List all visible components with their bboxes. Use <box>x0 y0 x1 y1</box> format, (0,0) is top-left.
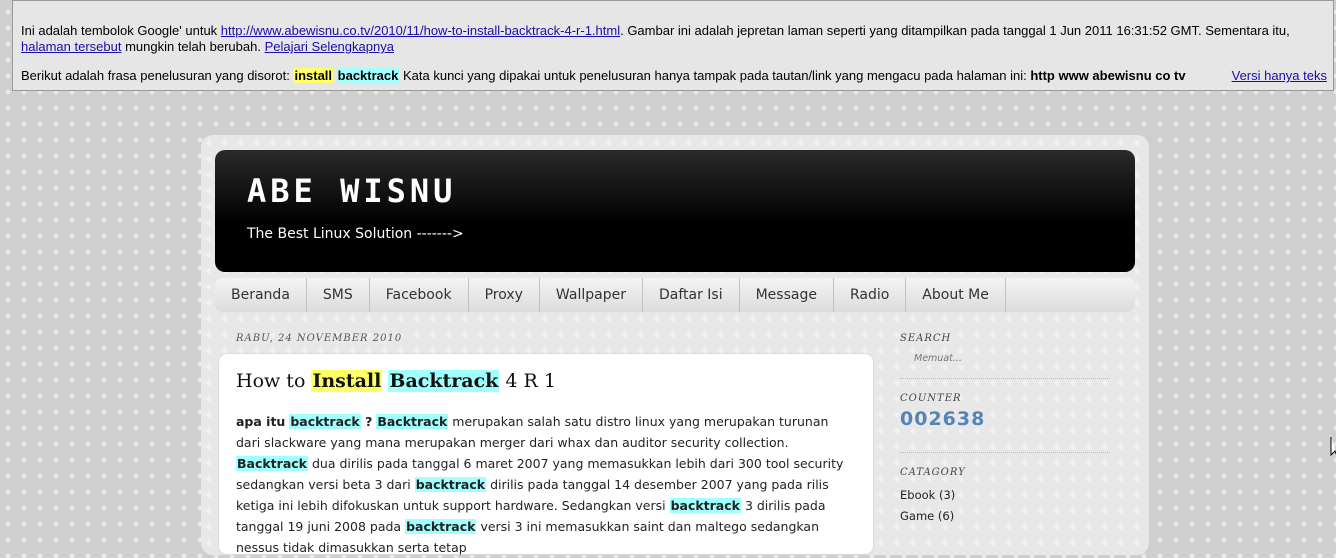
post-title-backtrack: Backtrack <box>388 370 500 392</box>
category-game[interactable]: Game (6) <box>900 509 1120 523</box>
post-title-install: Install <box>311 370 383 392</box>
nav-wallpaper[interactable]: Wallpaper <box>540 278 643 312</box>
nav-radio[interactable]: Radio <box>834 278 907 312</box>
nav-proxy[interactable]: Proxy <box>469 278 540 312</box>
cache-notice-mid: . Gambar ini adalah jepretan laman seper… <box>620 23 1290 38</box>
term-backtrack: backtrack <box>336 68 400 83</box>
cache-notice-text: Ini adalah tembolok Google' untuk http:/… <box>21 23 1321 55</box>
sidebar-divider <box>900 452 1110 453</box>
post-body: apa itu backtrack ? Backtrack merupakan … <box>236 411 856 558</box>
current-page-link[interactable]: halaman tersebut <box>21 39 121 54</box>
hl-backtrack: Backtrack <box>376 414 449 429</box>
learn-more-link[interactable]: Pelajari Selengkapnya <box>265 39 394 54</box>
highlight-prefix: Berikut adalah frasa penelusuran yang di… <box>21 68 294 83</box>
hl-backtrack: backtrack <box>669 498 741 513</box>
post-card: How to Install Backtrack 4 R 1 apa itu b… <box>219 354 873 555</box>
highlight-mid: Kata kunci yang dipakai untuk penelusura… <box>399 68 1031 83</box>
hl-backtrack: backtrack <box>414 477 487 492</box>
blog-title[interactable]: ABE WISNU <box>247 172 456 210</box>
nav-daftar-isi[interactable]: Daftar Isi <box>643 278 740 312</box>
sidebar-divider <box>900 378 1110 379</box>
hl-backtrack: Backtrack <box>236 456 308 471</box>
post-date: RABU, 24 NOVEMBER 2010 <box>236 333 403 344</box>
nav-about-me[interactable]: About Me <box>906 278 1006 312</box>
cache-notice-suffix: mungkin telah berubah. <box>121 39 265 54</box>
hl-backtrack: backtrack <box>289 414 361 429</box>
nav-beranda[interactable]: Beranda <box>215 278 307 312</box>
cached-url-link[interactable]: http://www.abewisnu.co.tv/2010/11/how-to… <box>221 23 620 38</box>
post-intro: apa itu <box>236 414 286 429</box>
term-install: install <box>293 68 334 83</box>
text-only-version-link[interactable]: Versi hanya teks <box>1232 68 1327 83</box>
sidebar: SEARCH Memuat... COUNTER 002638 CATAGORY… <box>900 333 1120 523</box>
nav-message[interactable]: Message <box>740 278 834 312</box>
blog-description: The Best Linux Solution -------> <box>247 226 464 242</box>
post-question: ? <box>360 414 373 429</box>
category-ebook[interactable]: Ebook (3) <box>900 488 1120 502</box>
post-title-post: 4 R 1 <box>499 370 556 392</box>
cache-notice-prefix: Ini adalah tembolok Google' untuk <box>21 23 221 38</box>
nav-facebook[interactable]: Facebook <box>370 278 469 312</box>
search-loading-text: Memuat... <box>914 353 962 364</box>
highlighted-terms-text: Berikut adalah frasa penelusuran yang di… <box>21 68 1321 84</box>
google-cache-banner: Ini adalah tembolok Google' untuk http:/… <box>12 0 1334 91</box>
mouse-cursor-icon <box>1330 437 1336 457</box>
hl-backtrack: backtrack <box>405 519 477 534</box>
blog-header: ABE WISNU The Best Linux Solution ------… <box>215 150 1135 272</box>
nav-bar: Beranda SMS Facebook Proxy Wallpaper Daf… <box>215 278 1135 312</box>
search-widget-title: SEARCH <box>900 333 952 344</box>
post-title[interactable]: How to Install Backtrack 4 R 1 <box>236 370 556 392</box>
counter-widget-title: COUNTER <box>900 393 962 404</box>
link-keywords: http www abewisnu co tv <box>1030 68 1186 83</box>
nav-sms[interactable]: SMS <box>307 278 370 312</box>
visitor-counter[interactable]: 002638 <box>900 408 1120 430</box>
post-title-pre: How to <box>236 370 312 392</box>
category-widget-title: CATAGORY <box>900 467 966 478</box>
